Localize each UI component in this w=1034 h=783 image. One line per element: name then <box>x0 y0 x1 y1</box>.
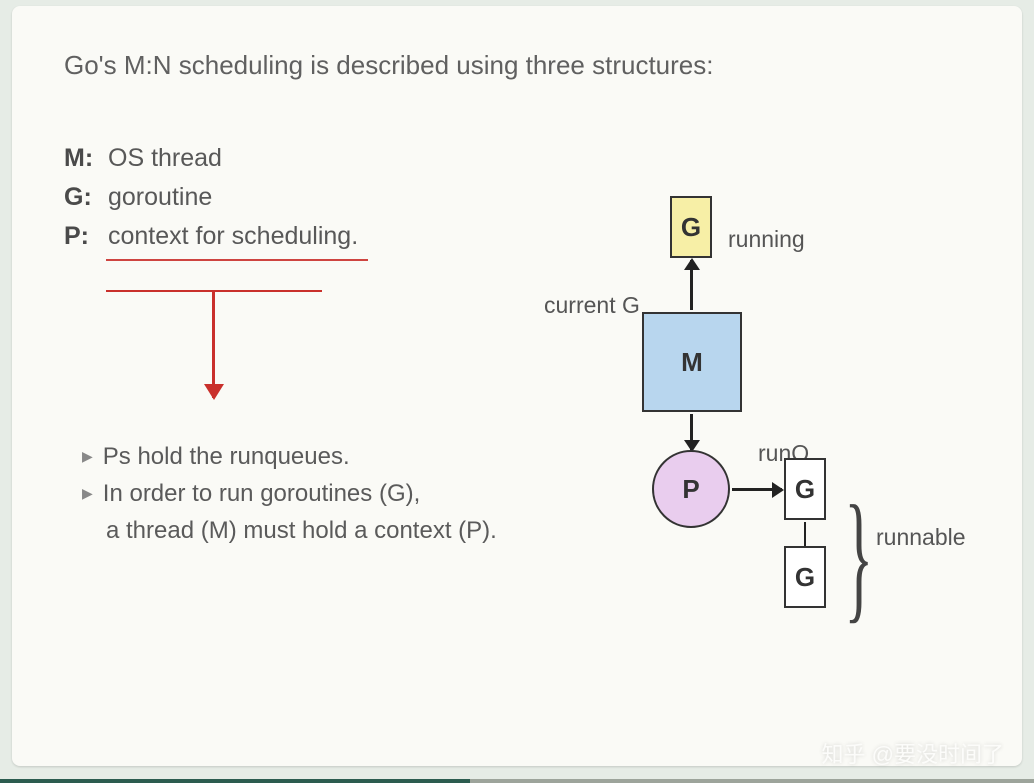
slide-title: Go's M:N scheduling is described using t… <box>64 50 970 81</box>
m-box: M <box>642 312 742 412</box>
g-box-runq-2: G <box>784 546 826 608</box>
bullet-2: ▶ In order to run goroutines (G), <box>82 475 497 512</box>
bullet-icon: ▶ <box>82 446 93 475</box>
bullet-list: ▶ Ps hold the runqueues. ▶ In order to r… <box>82 438 497 550</box>
red-underline <box>106 259 368 261</box>
def-val-g: goroutine <box>108 178 212 217</box>
runq-connector <box>804 522 806 546</box>
g-label: G <box>681 212 701 243</box>
slide-card: Go's M:N scheduling is described using t… <box>12 6 1022 766</box>
gmp-diagram: G running current G M P runQ G G } runna… <box>572 196 972 666</box>
bullet-1-text: Ps hold the runqueues. <box>103 438 350 475</box>
red-arrow-down <box>212 290 215 398</box>
bullet-2-text: In order to run goroutines (G), <box>103 475 420 512</box>
g-box-runq-1: G <box>784 458 826 520</box>
def-key-p: P: <box>64 217 98 256</box>
def-val-p-wrap: context for scheduling. <box>108 217 358 256</box>
brace-icon: } <box>844 506 873 607</box>
bullet-1: ▶ Ps hold the runqueues. <box>82 438 497 475</box>
def-key-g: G: <box>64 178 98 217</box>
p-circle: P <box>652 450 730 528</box>
g-box-running: G <box>670 196 712 258</box>
arrow-p-to-runq <box>732 488 782 491</box>
m-label: M <box>681 347 703 378</box>
def-val-m: OS thread <box>108 139 222 178</box>
bullet-icon: ▶ <box>82 483 93 512</box>
arrow-m-to-p <box>690 414 693 450</box>
p-label: P <box>682 474 699 505</box>
def-row-m: M: OS thread <box>64 139 970 178</box>
def-key-m: M: <box>64 139 98 178</box>
progress-bar-fg <box>0 779 470 783</box>
g-label-runq2: G <box>795 562 815 593</box>
bullet-2-cont: a thread (M) must hold a context (P). <box>106 512 497 549</box>
arrow-m-to-g <box>690 260 693 310</box>
runnable-label: runnable <box>876 524 966 551</box>
def-val-p: context for scheduling. <box>108 222 358 250</box>
current-g-label: current G <box>544 292 640 319</box>
g-label-runq1: G <box>795 474 815 505</box>
running-label: running <box>728 226 805 253</box>
watermark-text: 知乎 @要没时间了 <box>822 737 1004 769</box>
